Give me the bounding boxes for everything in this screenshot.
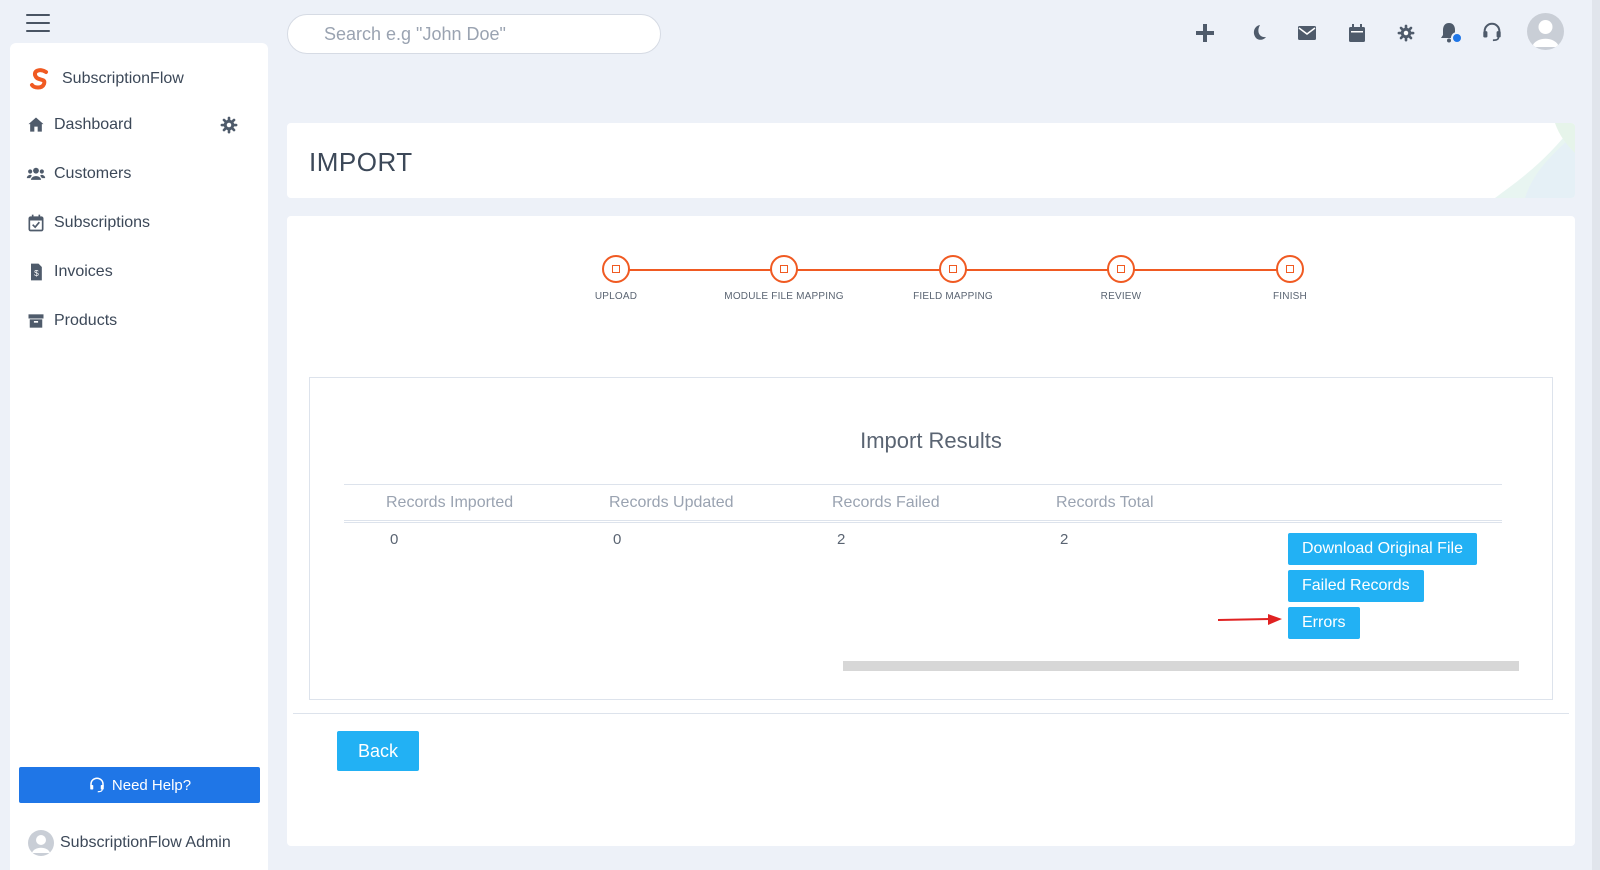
- page-title-card: IMPORT: [287, 123, 1575, 198]
- user-avatar-icon: [28, 830, 54, 856]
- horizontal-scrollbar[interactable]: [843, 661, 1519, 671]
- need-help-label: Need Help?: [111, 776, 192, 794]
- step-indicator: [1276, 255, 1304, 283]
- moon-icon[interactable]: [1249, 24, 1267, 42]
- admin-name: SubscriptionFlow Admin: [60, 834, 231, 851]
- user-avatar[interactable]: [1527, 13, 1564, 50]
- results-title: Import Results: [860, 428, 1002, 453]
- step-indicator: [602, 255, 630, 283]
- step-label: FINISH: [1273, 291, 1307, 302]
- table-divider: [344, 520, 1502, 523]
- page-title: IMPORT: [309, 147, 413, 177]
- card-divider: [293, 713, 1569, 714]
- user-avatar-icon: [1532, 20, 1559, 47]
- mail-icon[interactable]: [1298, 26, 1316, 40]
- sidebar-item-label: Subscriptions: [54, 214, 151, 231]
- step-indicator: [939, 255, 967, 283]
- headset-icon: [90, 777, 104, 793]
- red-arrow-annotation: [1218, 614, 1282, 625]
- import-results-panel: Import Results Records Imported Records …: [309, 377, 1553, 700]
- brand[interactable]: SubscriptionFlow: [28, 67, 184, 91]
- step-label: UPLOAD: [594, 291, 638, 302]
- download-original-file-button[interactable]: Download Original File: [1288, 533, 1477, 565]
- column-header-records-total: Records Total: [1056, 494, 1154, 511]
- failed-records-button[interactable]: Failed Records: [1288, 570, 1424, 602]
- need-help-button[interactable]: Need Help?: [19, 767, 260, 803]
- notification-badge: [1451, 32, 1463, 44]
- sidebar-item-customers[interactable]: Customers: [26, 162, 131, 186]
- step-indicator: [770, 255, 798, 283]
- plus-icon[interactable]: [1194, 22, 1216, 44]
- sidebar-item-label: Dashboard: [54, 116, 133, 133]
- table-divider: [344, 484, 1502, 485]
- admin-profile[interactable]: SubscriptionFlow Admin: [28, 830, 231, 856]
- column-header-records-imported: Records Imported: [386, 494, 514, 511]
- calendar-check-icon: [28, 214, 44, 232]
- column-header-records-failed: Records Failed: [832, 494, 940, 511]
- search-input[interactable]: [287, 14, 661, 54]
- step-indicator: [1107, 255, 1135, 283]
- decorative-graphic: [1495, 123, 1575, 198]
- headset-icon[interactable]: [1481, 21, 1503, 43]
- dashboard-settings-gear-icon[interactable]: [220, 116, 238, 134]
- sidebar: SubscriptionFlow Dashboard Customers Sub…: [10, 43, 268, 870]
- cell-records-imported: 0: [390, 531, 399, 548]
- sidebar-item-dashboard[interactable]: Dashboard: [26, 113, 132, 137]
- archive-icon: [28, 314, 44, 328]
- step-label: FIELD MAPPING: [913, 291, 993, 302]
- hamburger-menu-icon[interactable]: [26, 14, 50, 32]
- brand-name: SubscriptionFlow: [62, 70, 184, 87]
- sidebar-item-label: Products: [54, 312, 118, 329]
- step-label: MODULE FILE MAPPING: [724, 291, 844, 302]
- errors-button[interactable]: Errors: [1288, 607, 1360, 639]
- calendar-icon[interactable]: [1349, 24, 1365, 42]
- users-icon: [26, 167, 46, 180]
- cell-records-updated: 0: [613, 531, 622, 548]
- page-scrollbar[interactable]: [1592, 0, 1600, 870]
- invoice-icon: $: [31, 263, 42, 281]
- sidebar-item-label: Customers: [54, 165, 132, 182]
- step-finish[interactable]: FINISH: [1230, 255, 1350, 302]
- gear-icon[interactable]: [1397, 24, 1415, 42]
- import-card: UPLOAD MODULE FILE MAPPING FIELD MAPPING…: [287, 216, 1575, 846]
- back-button[interactable]: Back: [337, 731, 419, 771]
- home-icon: [28, 117, 44, 132]
- cell-records-total: 2: [1060, 531, 1069, 548]
- column-header-records-updated: Records Updated: [609, 494, 734, 511]
- import-stepper: UPLOAD MODULE FILE MAPPING FIELD MAPPING…: [287, 216, 1575, 316]
- step-field-mapping[interactable]: FIELD MAPPING: [893, 255, 1013, 302]
- sidebar-item-invoices[interactable]: $ Invoices: [26, 260, 113, 284]
- sidebar-item-label: Invoices: [54, 263, 113, 280]
- subscriptionflow-logo-icon: [30, 68, 48, 90]
- svg-text:$: $: [34, 268, 39, 278]
- sidebar-item-subscriptions[interactable]: Subscriptions: [26, 211, 150, 235]
- step-upload[interactable]: UPLOAD: [556, 255, 676, 302]
- step-review[interactable]: REVIEW: [1061, 255, 1181, 302]
- step-label: REVIEW: [1100, 291, 1142, 302]
- step-module-file-mapping[interactable]: MODULE FILE MAPPING: [724, 255, 844, 302]
- cell-records-failed: 2: [837, 531, 846, 548]
- sidebar-item-products[interactable]: Products: [26, 309, 117, 333]
